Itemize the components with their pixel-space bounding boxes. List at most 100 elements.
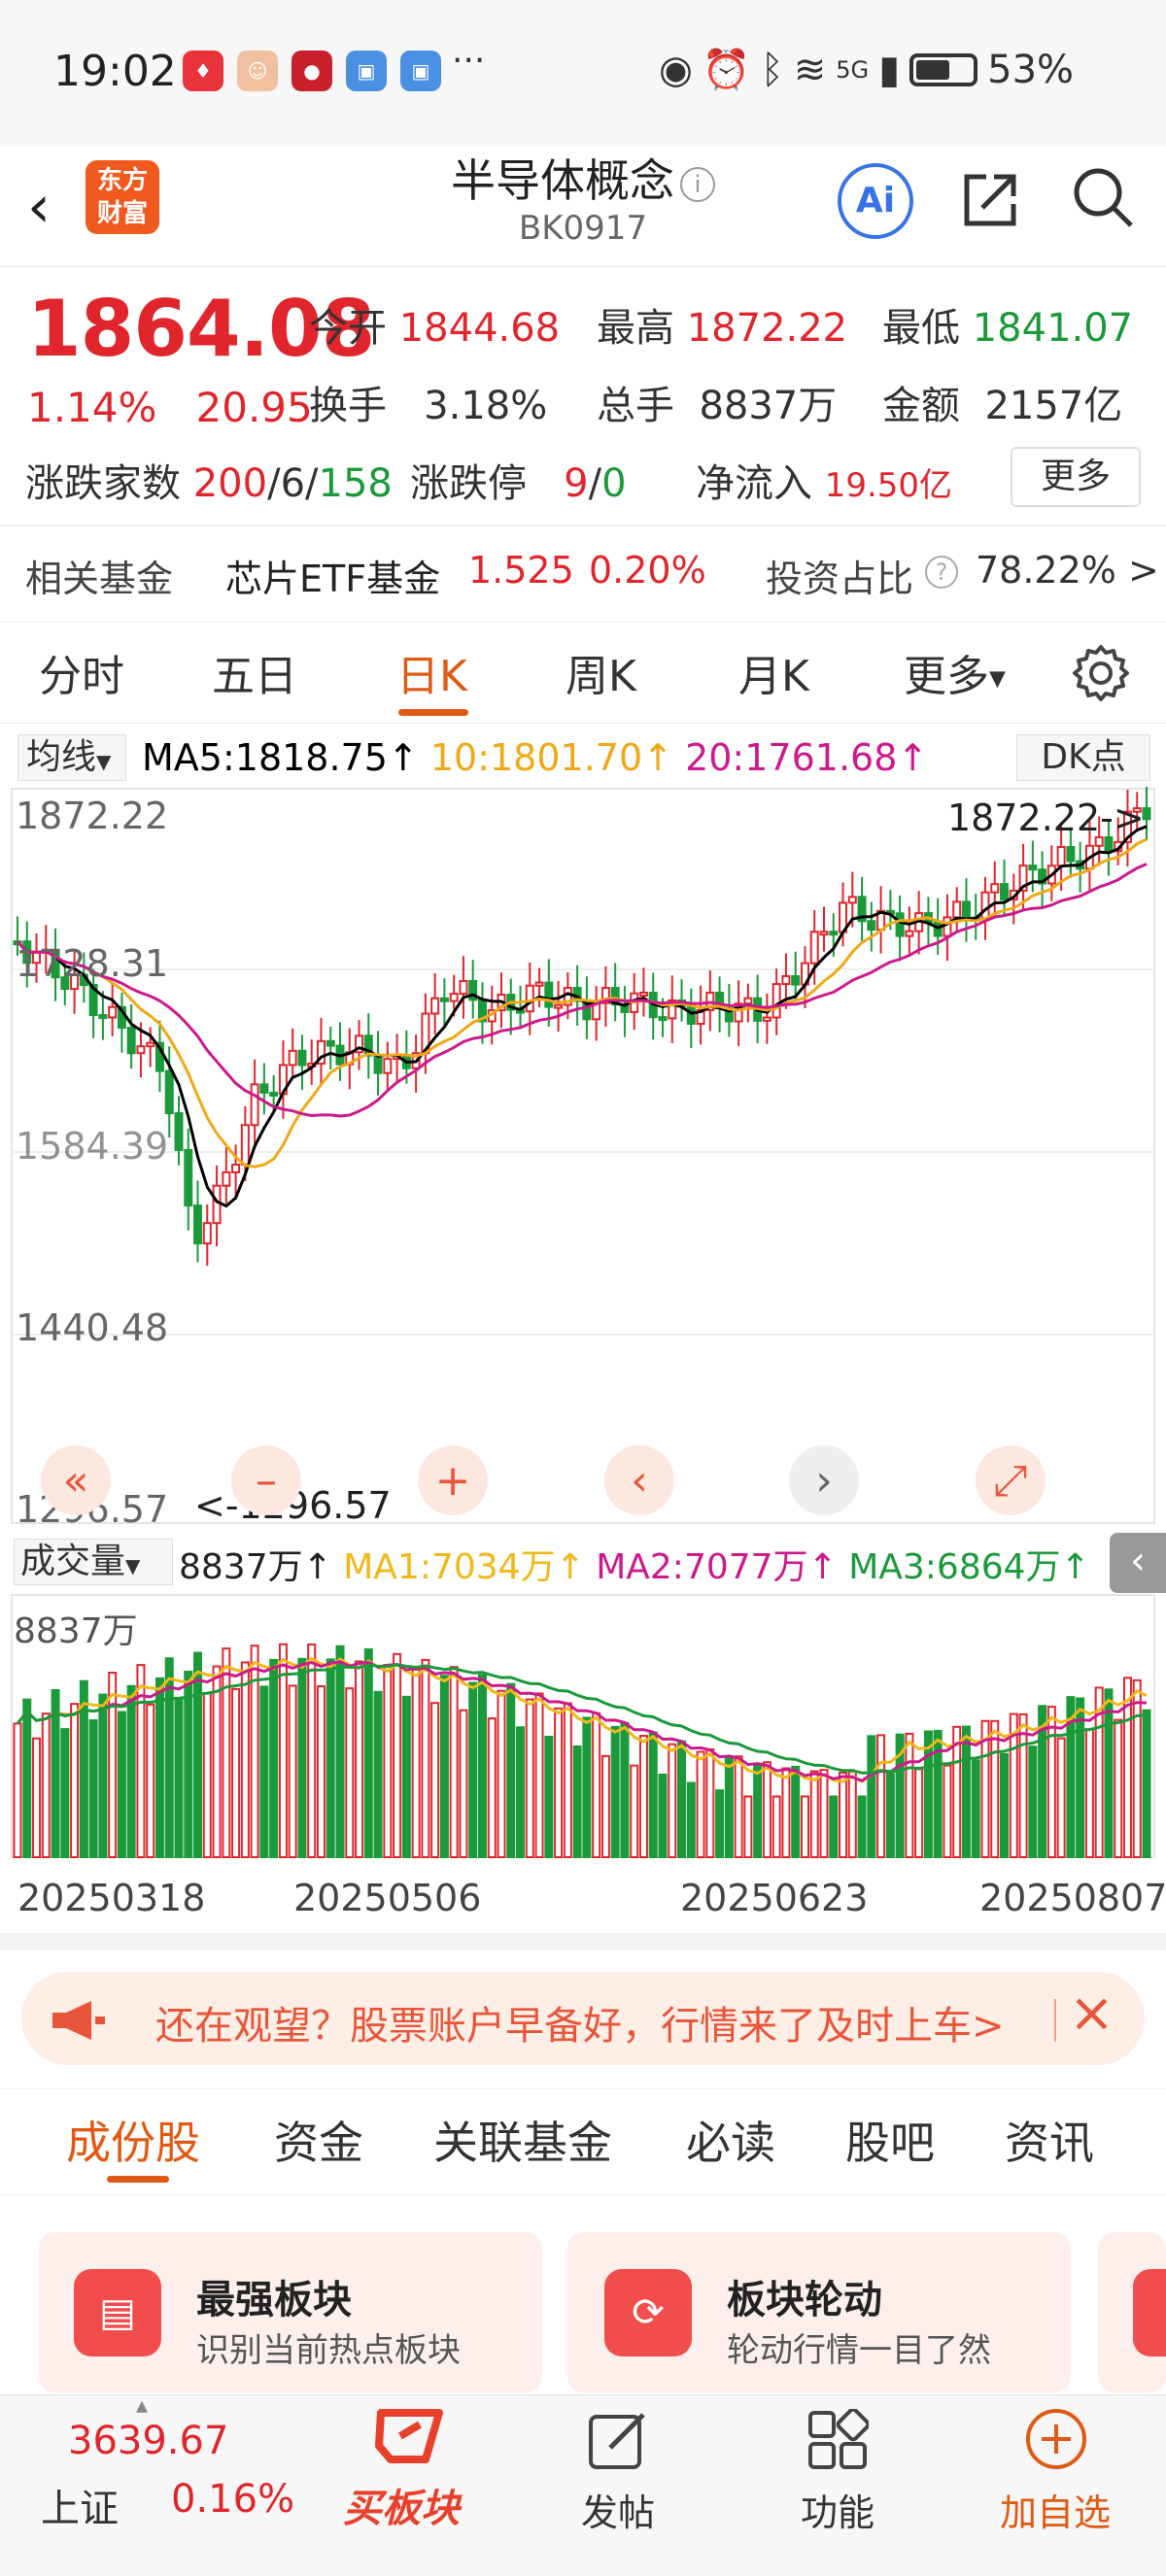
- edit-post-icon[interactable]: [587, 2409, 649, 2471]
- volume-bar: [477, 1674, 487, 1858]
- volume-chart[interactable]: [0, 1593, 1166, 1870]
- status-app-icons: ♦ ☺ ● ▣ ▣: [183, 51, 441, 91]
- tab-more[interactable]: 更多▼: [904, 641, 1006, 703]
- zoom-out-button[interactable]: –: [231, 1445, 301, 1515]
- scroll-left-fast-button[interactable]: «: [41, 1445, 111, 1515]
- chevron-up-icon[interactable]: ▴: [136, 2391, 148, 2419]
- volume-bar: [724, 1757, 734, 1859]
- ma-selector[interactable]: 均线▼: [17, 734, 126, 781]
- candlestick: [439, 997, 449, 1002]
- ma20-value: 20:1761.68↑: [685, 736, 929, 779]
- volume-bar: [961, 1725, 971, 1858]
- kline-chart[interactable]: [0, 787, 1166, 1535]
- tab-must-read[interactable]: 必读: [686, 2108, 775, 2172]
- candlestick: [98, 1014, 108, 1020]
- tab-related-funds[interactable]: 关联基金: [433, 2108, 612, 2172]
- buy-sector-button[interactable]: 买板块: [338, 2477, 464, 2533]
- divider: [0, 525, 1166, 526]
- volume-bar: [525, 1698, 534, 1858]
- ai-assistant-button[interactable]: Ai: [838, 163, 913, 239]
- ma10-line: [16, 837, 1148, 1169]
- tab-capital[interactable]: 资金: [274, 2108, 363, 2172]
- candlestick: [222, 1170, 231, 1187]
- scroll-right-button[interactable]: ›: [789, 1445, 859, 1515]
- invest-ratio[interactable]: 78.22% >: [976, 549, 1159, 592]
- candlestick: [534, 981, 544, 987]
- volume-axis-label: 8837万: [14, 1611, 138, 1651]
- function-grid-icon[interactable]: [806, 2409, 869, 2471]
- tab-five-day[interactable]: 五日: [212, 641, 297, 703]
- volume-bar: [269, 1658, 279, 1858]
- volume-bar: [923, 1730, 933, 1858]
- x-axis-date: 20250318: [17, 1877, 206, 1919]
- volume-bar: [449, 1666, 459, 1858]
- volume-bar: [259, 1685, 269, 1858]
- add-watchlist-button[interactable]: 加自选: [987, 2483, 1123, 2536]
- volume-bar: [1142, 1709, 1151, 1858]
- volume-bar: [648, 1731, 658, 1858]
- gear-icon[interactable]: [1071, 643, 1131, 703]
- collapse-panel-button[interactable]: ‹: [1110, 1533, 1166, 1593]
- volume-indicator-selector[interactable]: 成交量▼: [14, 1539, 173, 1585]
- eye-icon: ◉: [659, 47, 693, 92]
- share-icon[interactable]: [957, 165, 1025, 233]
- ranking-icon: ▤: [74, 2269, 161, 2356]
- candlestick: [184, 1148, 193, 1207]
- back-button[interactable]: ‹: [27, 173, 51, 241]
- dk-point-button[interactable]: DK点: [1016, 734, 1150, 781]
- volume-bar: [734, 1755, 743, 1858]
- card-subtitle: 识别当前热点板块: [196, 2331, 461, 2370]
- fund-name[interactable]: 芯片ETF基金: [225, 549, 440, 602]
- volume-bar: [800, 1795, 809, 1858]
- volume-bar: [117, 1711, 126, 1858]
- volume-bar: [563, 1702, 572, 1859]
- candlestick: [136, 1045, 146, 1055]
- volume-bar: [905, 1732, 914, 1859]
- tab-weekly-k[interactable]: 周K: [566, 641, 636, 703]
- post-button[interactable]: 发帖: [560, 2483, 676, 2536]
- volume-bar: [506, 1682, 516, 1859]
- volume-bar: [32, 1737, 42, 1859]
- y-axis-label: 1584.39: [16, 1125, 169, 1168]
- high-cell: 最高 1872.22: [597, 306, 848, 351]
- buy-sector-icon[interactable]: [361, 2407, 445, 2479]
- candlestick: [544, 981, 554, 1008]
- app-logo[interactable]: 东方 财富: [86, 160, 159, 234]
- volume-bar: [630, 1764, 639, 1859]
- fullscreen-button[interactable]: ⤢: [976, 1445, 1046, 1515]
- volume-bar: [1076, 1697, 1085, 1859]
- function-button[interactable]: 功能: [779, 2483, 896, 2536]
- volume-bar: [1132, 1678, 1142, 1859]
- index-value[interactable]: 3639.67: [68, 2419, 228, 2463]
- close-icon[interactable]: ×: [1069, 1982, 1115, 2045]
- page-title[interactable]: 半导体概念 i: [408, 146, 758, 210]
- volume-bar: [70, 1703, 80, 1859]
- candlestick: [847, 896, 857, 904]
- tab-monthly-k[interactable]: 月K: [738, 641, 809, 703]
- info-icon[interactable]: i: [680, 166, 715, 202]
- volume-bar: [335, 1644, 345, 1859]
- candlestick: [108, 1005, 118, 1019]
- help-icon[interactable]: ?: [925, 556, 958, 589]
- tab-intraday[interactable]: 分时: [39, 641, 124, 703]
- volume-bar: [393, 1652, 402, 1858]
- tab-constituents[interactable]: 成份股: [66, 2108, 200, 2172]
- active-tab-indicator: [107, 2176, 169, 2183]
- tab-news[interactable]: 资讯: [1005, 2108, 1094, 2172]
- tab-forum[interactable]: 股吧: [845, 2108, 935, 2172]
- volume-bar: [847, 1770, 857, 1858]
- volume-bar: [534, 1692, 544, 1859]
- volume-bar: [592, 1712, 601, 1859]
- add-circle-icon[interactable]: [1024, 2407, 1088, 2471]
- tab-daily-k[interactable]: 日K: [396, 641, 467, 703]
- volume-bar: [316, 1685, 326, 1859]
- volume-bar: [146, 1703, 155, 1858]
- zoom-in-button[interactable]: +: [418, 1445, 488, 1515]
- volume-bar: [839, 1771, 848, 1859]
- search-icon[interactable]: [1069, 163, 1137, 231]
- scroll-left-button[interactable]: ‹: [604, 1445, 674, 1515]
- more-quote-button[interactable]: 更多: [1011, 447, 1141, 507]
- volume-bar: [668, 1743, 677, 1859]
- promo-text[interactable]: 还在观望？股票账户早备好，行情来了及时上车>: [155, 1994, 1005, 2051]
- volume-bar: [809, 1770, 819, 1859]
